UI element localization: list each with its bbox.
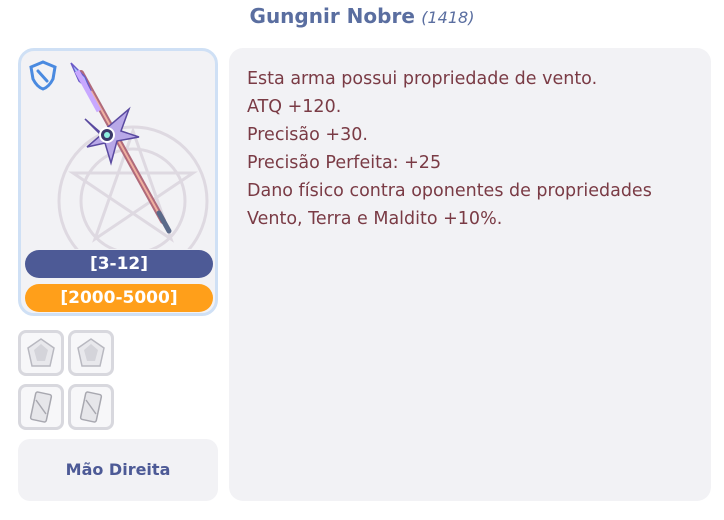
equip-location: Mão Direita xyxy=(18,439,218,501)
range-secondary: [2000-5000] xyxy=(25,284,213,312)
gem-icon xyxy=(27,338,55,367)
item-name: Gungnir Nobre xyxy=(249,4,415,28)
description-line: Precisão +30. xyxy=(247,125,368,145)
card-icon xyxy=(29,391,53,423)
card-slot-2[interactable] xyxy=(68,384,114,430)
gem-icon xyxy=(77,338,105,367)
description-line: ATQ +120. xyxy=(247,97,342,117)
item-description: Esta arma possui propriedade de vento. A… xyxy=(229,48,711,501)
description-line: Esta arma possui propriedade de vento. xyxy=(247,69,598,89)
card-icon xyxy=(79,391,103,423)
description-line: Vento, Terra e Maldito +10%. xyxy=(247,209,503,229)
item-id: (1418) xyxy=(421,8,475,27)
gem-slot-2[interactable] xyxy=(68,330,114,376)
range-primary: [3-12] xyxy=(25,250,213,278)
shield-icon xyxy=(29,60,57,91)
item-card: [3-12] [2000-5000] xyxy=(18,48,218,316)
card-slot-1[interactable] xyxy=(18,384,64,430)
description-line: Precisão Perfeita: +25 xyxy=(247,153,442,173)
description-line: Dano físico contra oponentes de propried… xyxy=(247,181,652,201)
gem-slot-1[interactable] xyxy=(18,330,64,376)
item-title: Gungnir Nobre (1418) xyxy=(0,4,724,34)
